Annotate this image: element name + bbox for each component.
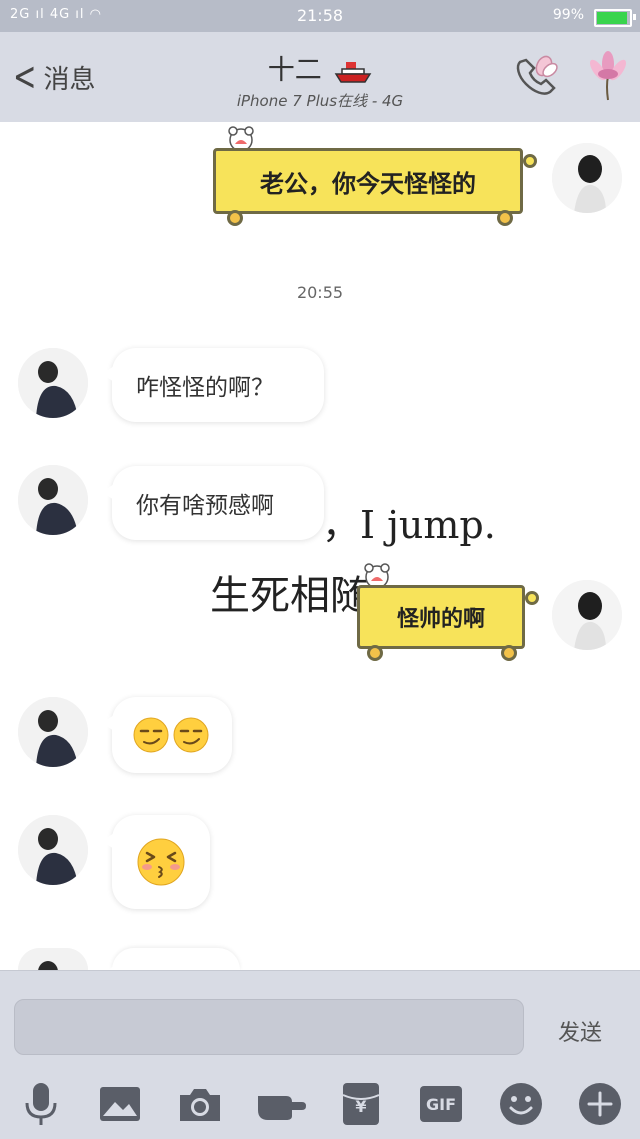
kiss-emoji-icon [137,838,185,886]
contact-avatar[interactable] [18,348,88,418]
battery-percent: 99% [552,7,584,23]
chat-header: < 消息 十二 iPhone 7 Plus在线 - 4G [0,32,640,122]
profile-flower-icon[interactable] [584,50,632,106]
message-text: 老公，你今天怪怪的 [213,148,523,214]
ship-icon [334,61,372,83]
message-text: 怪帅的啊 [357,585,525,649]
message-input[interactable] [14,999,524,1055]
contact-name: 十二 [267,55,322,86]
redpacket-icon[interactable]: ¥ [338,1081,384,1127]
cart-handle [523,154,537,168]
cart-wheel [497,210,513,226]
smirk-emoji-icon [173,717,209,753]
cart-wheel [227,210,243,226]
boy-avatar-icon [18,348,88,418]
message-bubble-received[interactable] [102,948,240,982]
message-text: 咋怪怪的啊？ [136,375,274,401]
contact-avatar[interactable] [18,948,88,970]
cart-wheel [501,645,517,661]
girl-avatar-icon [552,143,622,213]
input-bar: 发送 ¥ GIF [0,970,640,1139]
image-icon[interactable] [97,1081,143,1127]
boy-avatar-icon [18,697,88,767]
boy-avatar-icon [18,465,88,535]
chat-timestamp: 20:55 [296,283,344,302]
girl-avatar-icon [552,580,622,650]
redpacket-label: ¥ [355,1097,367,1116]
status-time: 21:58 [296,6,344,25]
my-avatar[interactable] [552,580,622,650]
message-bubble-received[interactable]: 咋怪怪的啊？ [102,348,324,422]
message-bubble-sent[interactable]: 老公，你今天怪怪的 [213,126,537,226]
chat-toolbar: ¥ GIF [0,1075,640,1139]
camera-icon[interactable] [177,1081,223,1127]
smirk-emoji-icon [133,717,169,753]
emoji-icon[interactable] [498,1081,544,1127]
contact-avatar[interactable] [18,697,88,767]
cart-handle [525,591,539,605]
message-bubble-received[interactable] [102,697,232,773]
boy-avatar-icon [18,948,88,970]
boy-avatar-icon [18,815,88,885]
gif-icon[interactable]: GIF [418,1081,464,1127]
contact-avatar[interactable] [18,815,88,885]
my-avatar[interactable] [552,143,622,213]
message-bubble-received[interactable] [102,815,210,909]
cart-wheel [367,645,383,661]
message-text: 你有啥预感啊 [136,493,274,519]
status-bar: 2G ıl 4G ıl ◠ 21:58 99% [0,0,640,32]
plus-icon[interactable] [577,1081,623,1127]
message-bubble-received[interactable]: 你有啥预感啊 [102,466,324,540]
background-meme-text: 生死相随 [210,573,370,619]
send-button[interactable]: 发送 [558,1015,602,1047]
background-meme-text: ，I jump. [322,503,496,547]
phone-call-icon[interactable] [510,52,562,104]
poke-icon[interactable] [256,1081,306,1127]
contact-avatar[interactable] [18,465,88,535]
gif-label: GIF [425,1094,456,1114]
battery-icon [594,9,636,27]
mic-icon[interactable] [18,1081,64,1127]
message-bubble-sent[interactable]: 怪帅的啊 [357,563,539,661]
